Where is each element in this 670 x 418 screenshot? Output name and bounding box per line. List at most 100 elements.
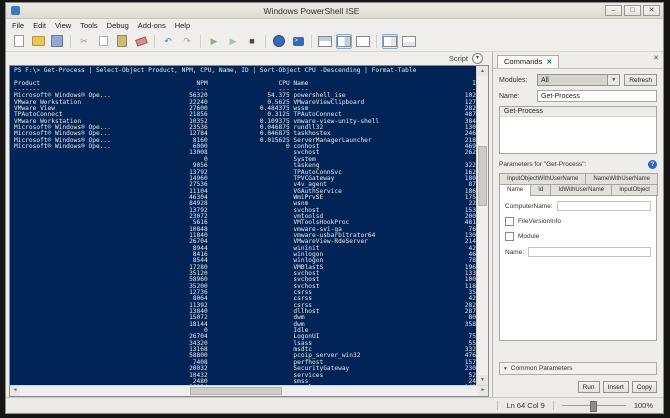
computername-input[interactable] <box>556 201 651 211</box>
horizontal-scroll-thumb[interactable] <box>190 387 282 395</box>
status-bar: Ln 64 Col 9 100% <box>6 397 663 413</box>
common-parameters-expander[interactable]: ▾ Common Parameters <box>499 362 657 375</box>
toolbar-separator <box>154 34 155 48</box>
toolbar-separator <box>376 34 377 48</box>
layout-script-top-icon[interactable] <box>317 34 333 49</box>
zoom-slider-thumb[interactable] <box>589 401 597 412</box>
insert-button[interactable]: Insert <box>602 381 629 393</box>
copy-button[interactable]: Copy <box>631 381 657 393</box>
start-powershell-glyph <box>292 36 304 46</box>
horizontal-scroll-track[interactable] <box>20 386 478 396</box>
module-checkbox[interactable] <box>505 232 514 241</box>
menu-bar: File Edit View Tools Debug Add-ons Help <box>6 19 663 31</box>
show-script-pane-icon[interactable] <box>401 34 417 49</box>
param-tab-inputobject[interactable]: InputObject <box>611 184 659 196</box>
console-vertical-scrollbar[interactable]: ▲ ▼ <box>476 66 488 385</box>
modules-dropdown-value: All <box>541 76 549 84</box>
module-label: Module <box>518 233 540 240</box>
name-param-input[interactable] <box>528 247 651 257</box>
console-output[interactable]: PS F:\> Get-Process | Select-Object Prod… <box>10 66 476 385</box>
fileversioninfo-checkbox[interactable] <box>505 217 514 226</box>
common-parameters-label: Common Parameters <box>510 365 573 372</box>
window-title: Windows PowerShell ISE <box>263 5 360 16</box>
script-expand-icon[interactable]: ▾ <box>472 53 483 64</box>
menu-addons[interactable]: Add-ons <box>138 21 166 30</box>
run-selection-icon[interactable]: ▶ <box>225 34 241 49</box>
menu-file[interactable]: File <box>12 21 24 30</box>
chevron-down-icon: ▾ <box>504 365 507 372</box>
help-icon[interactable]: ? <box>648 160 657 169</box>
toolbar: ✂ ↶ ↷ ▶ ▶ ■ <box>6 31 663 52</box>
save-script-glyph <box>51 35 63 47</box>
param-tab-idwithusername[interactable]: IdWithUserName <box>550 184 613 196</box>
param-tab-id[interactable]: Id <box>530 184 552 196</box>
layout-script-right-icon[interactable] <box>336 33 352 49</box>
tab-commands[interactable]: Commands ✕ <box>497 55 560 68</box>
maximize-button[interactable]: □ <box>624 5 641 16</box>
layout-script-top-glyph <box>318 35 332 47</box>
chevron-down-icon[interactable]: ▼ <box>607 75 620 85</box>
menu-view[interactable]: View <box>55 21 71 30</box>
commands-tab-label: Commands <box>504 57 543 66</box>
start-powershell-icon[interactable] <box>290 34 306 49</box>
list-item[interactable]: Get-Process <box>500 107 656 117</box>
vertical-scroll-thumb[interactable] <box>478 146 487 206</box>
new-remote-powershell-tab-icon[interactable] <box>271 34 287 49</box>
new-script-icon[interactable] <box>11 34 27 49</box>
menu-debug[interactable]: Debug <box>107 21 129 30</box>
stop-operation-icon[interactable]: ■ <box>244 34 260 49</box>
parameter-set-tabs-row2: Name Id IdWithUserName InputObject <box>499 184 659 196</box>
clear-console-icon[interactable] <box>133 34 149 49</box>
window-controls: – □ ✕ <box>603 5 660 16</box>
status-divider <box>552 401 554 410</box>
refresh-button[interactable]: Refresh <box>624 74 657 86</box>
toolbar-separator <box>200 34 201 48</box>
commands-panel-body: Modules: All ▼ Refresh Name: Get-Process… <box>493 69 663 397</box>
toolbar-separator <box>70 34 71 48</box>
undo-icon[interactable]: ↶ <box>160 34 176 49</box>
cursor-position: Ln 64 Col 9 <box>506 401 545 410</box>
scroll-down-icon[interactable]: ▼ <box>477 375 488 385</box>
powershell-ise-window: Windows PowerShell ISE – □ ✕ File Edit View T… <box>5 2 664 414</box>
scroll-right-icon[interactable]: ► <box>478 386 488 396</box>
show-command-addon-icon[interactable] <box>382 33 398 49</box>
zoom-slider[interactable] <box>561 401 626 412</box>
toolbar-separator <box>265 34 266 48</box>
script-console-pane: Script ▾ PS F:\> Get-Process | Select-Ob… <box>6 52 492 397</box>
cut-icon[interactable]: ✂ <box>76 34 92 49</box>
script-pane-header: Script ▾ <box>9 52 489 65</box>
param-tab-name[interactable]: Name <box>499 184 532 196</box>
scroll-up-icon[interactable]: ▲ <box>477 66 488 76</box>
name-param-label: Name: <box>505 248 525 256</box>
open-script-icon[interactable] <box>30 34 46 49</box>
run-button[interactable]: Run <box>577 381 600 393</box>
menu-tools[interactable]: Tools <box>80 21 98 30</box>
menu-help[interactable]: Help <box>175 21 190 30</box>
clear-console-glyph <box>134 35 148 47</box>
copy-icon[interactable] <box>95 34 111 49</box>
redo-icon[interactable]: ↷ <box>179 34 195 49</box>
layout-script-max-icon[interactable] <box>355 34 371 49</box>
show-command-addon-glyph <box>383 35 397 47</box>
save-script-icon[interactable] <box>49 34 65 49</box>
close-button[interactable]: ✕ <box>643 5 660 16</box>
modules-dropdown[interactable]: All ▼ <box>537 74 621 86</box>
commands-tab-close-icon[interactable]: ✕ <box>546 58 552 66</box>
menu-edit[interactable]: Edit <box>33 21 46 30</box>
console-horizontal-scrollbar[interactable]: ◄ ► <box>10 385 488 396</box>
vertical-scroll-track[interactable] <box>477 76 488 375</box>
command-results-list[interactable]: Get-Process <box>499 106 657 154</box>
parameters-title: Parameters for "Get-Process": <box>499 161 587 168</box>
run-script-icon[interactable]: ▶ <box>206 34 222 49</box>
title-bar: Windows PowerShell ISE – □ ✕ <box>6 3 663 19</box>
name-filter-input[interactable] <box>537 90 657 102</box>
parameter-form: ComputerName: FileVersionInfo Module Nam… <box>499 195 657 341</box>
modules-label: Modules: <box>499 76 528 84</box>
addon-pane-close-icon[interactable]: ✕ <box>653 54 659 62</box>
show-script-pane-glyph <box>402 35 416 47</box>
minimize-button[interactable]: – <box>605 5 622 16</box>
scroll-left-icon[interactable]: ◄ <box>10 386 20 396</box>
app-icon <box>11 6 20 15</box>
paste-icon[interactable] <box>114 34 130 49</box>
commands-panel-buttons: Run Insert Copy <box>499 379 657 393</box>
